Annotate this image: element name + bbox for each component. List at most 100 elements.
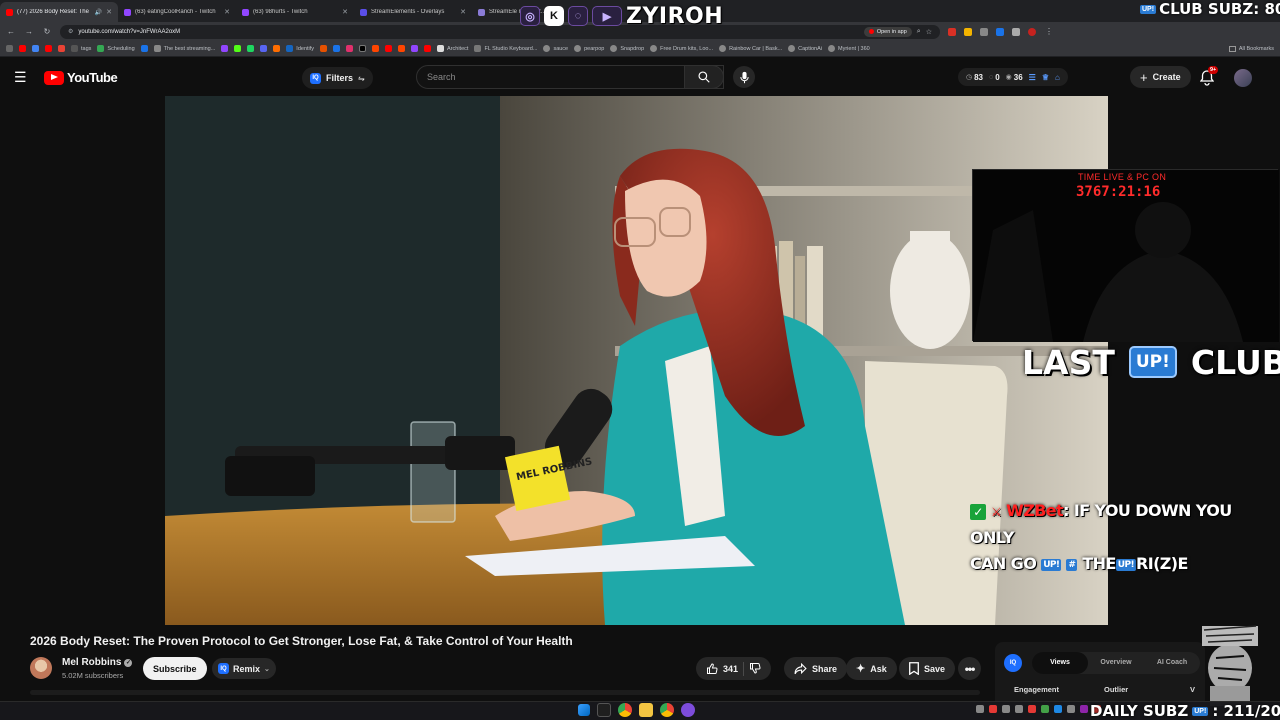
bookmark[interactable] [140,45,148,52]
bookmark[interactable] [19,45,26,52]
tray-icon[interactable] [1028,705,1036,713]
zoom-icon[interactable]: ⌕ [917,28,921,36]
browser-tab-twitch-2[interactable]: (63) 98hurts - Twitch ✕ [236,2,354,22]
extension-icon[interactable] [996,27,1004,36]
ask-button[interactable]: ✦ Ask [846,657,897,680]
bookmark[interactable] [221,45,229,52]
trophy-icon[interactable]: ♕ [1042,73,1049,82]
bookmark-architect[interactable]: Architect [437,45,468,52]
close-tab-icon[interactable]: ✕ [342,8,348,16]
bookmark-myrient[interactable]: Myrient | 360 [828,45,870,52]
chrome-icon[interactable] [660,703,674,717]
bookmark-scheduling[interactable]: Scheduling [97,45,135,52]
site-info-icon[interactable]: ⚙ [68,28,73,35]
bookmark[interactable] [346,45,354,52]
browser-tab-twitch-1[interactable]: (63) eatingCoolRanch - Twitch ✕ [118,2,236,22]
tray-icon[interactable] [1002,705,1010,713]
address-bar[interactable]: ⚙ youtube.com/watch?v=JnFWrAA2oxM Open i… [60,24,940,39]
reload-icon[interactable]: ↻ [42,27,52,36]
bookmark-streaming[interactable]: The best streaming... [153,45,215,52]
tray-icon[interactable] [1054,705,1062,713]
bookmark[interactable] [385,45,393,52]
bookmark-tags[interactable]: tags [71,45,91,52]
search-button[interactable] [684,65,724,89]
bookmark[interactable] [234,45,242,52]
extensions-puzzle-icon[interactable] [1012,27,1020,36]
bookmark-snapdrop[interactable]: Snapdrop [610,45,644,52]
vidiq-logo-icon[interactable]: IQ [1004,654,1022,672]
tab-overview[interactable]: Overview [1088,652,1144,674]
voice-search-button[interactable] [733,66,755,88]
bookmark[interactable] [320,45,328,52]
close-tab-icon[interactable]: ✕ [106,8,112,16]
tab-views[interactable]: Views [1032,652,1088,674]
bookmark[interactable] [273,45,281,52]
remix-button[interactable]: IQ Remix ⌄ [212,658,276,679]
like-button[interactable]: 341 [706,662,738,675]
bookmark[interactable] [260,45,268,52]
tray-icon[interactable] [989,705,997,713]
tray-icon[interactable] [1041,705,1049,713]
bookmark-rainbow-car[interactable]: Rainbow Car | Bask... [719,45,782,52]
apps-grid-icon[interactable] [6,45,13,52]
checklist-icon[interactable]: ☰ [1029,73,1036,82]
browser-tab-streamelements[interactable]: StreamElements - Overlays ✕ [354,2,472,22]
dislike-button[interactable] [749,662,761,676]
filters-button[interactable]: IQ Filters ⇋ [302,67,373,89]
bookmark[interactable] [372,45,380,52]
bookmark-fl-studio[interactable]: FL Studio Keyboard... [474,45,537,52]
bookmark-pearpop[interactable]: pearpop [574,45,604,52]
extension-icon[interactable] [980,27,988,36]
bookmark[interactable] [45,45,52,52]
back-arrow-icon[interactable]: ← [6,27,16,36]
account-avatar[interactable] [1234,69,1252,87]
close-tab-icon[interactable]: ✕ [224,8,230,16]
tab-ai-coach[interactable]: AI Coach [1144,652,1200,674]
bookmark[interactable] [359,45,367,52]
profile-icon[interactable] [1028,27,1036,36]
bookmark[interactable] [411,45,419,52]
youtube-logo[interactable]: YouTube [44,70,118,85]
more-actions-button[interactable]: ••• [958,657,981,680]
save-button[interactable]: Save [899,657,956,680]
extension-icon[interactable] [964,27,972,36]
all-bookmarks-button[interactable]: All Bookmarks [1228,45,1274,52]
hamburger-menu-icon[interactable]: ☰ [14,69,30,85]
menu-dots-icon[interactable]: ⋮ [1044,27,1054,36]
create-button[interactable]: + Create [1130,66,1191,88]
browser-tab-youtube[interactable]: (77) 2026 Body Reset: The 🔊 ✕ [0,2,118,22]
search-box[interactable] [416,65,724,89]
bookmark-sauce[interactable]: sauce [543,45,568,52]
file-explorer-icon[interactable] [639,703,653,717]
channel-avatar[interactable] [30,657,52,679]
forward-arrow-icon[interactable]: → [24,27,34,36]
app-icon[interactable] [681,703,695,717]
search-taskbar-icon[interactable] [597,703,611,717]
bookmark-star-icon[interactable]: ☆ [926,28,932,36]
search-input[interactable] [427,72,713,82]
channel-name-row[interactable]: Mel Robbins ✓ [62,657,133,668]
bookmark[interactable] [247,45,255,52]
bookmark[interactable] [333,45,341,52]
tray-icon[interactable] [1015,705,1023,713]
bookmark[interactable] [32,45,39,52]
vidiq-stats-pill[interactable]: ◷ 83 ◌ 0 ◉ 36 ☰ ♕ ⌂ [958,68,1068,86]
bookmark[interactable] [58,45,65,52]
tray-icon[interactable] [1067,705,1075,713]
video-player[interactable]: MEL ROBBINS [165,96,1108,625]
bookmark[interactable] [398,45,406,52]
tag-icon[interactable]: ⌂ [1055,73,1060,82]
extension-icon[interactable] [948,27,956,36]
bookmark-identify[interactable]: Identify [286,45,314,52]
close-tab-icon[interactable]: ✕ [460,8,466,16]
bookmark-drum-kits[interactable]: Free Drum kits, Loo... [650,45,713,52]
windows-start-icon[interactable] [578,704,590,716]
bookmark[interactable] [424,45,432,52]
chrome-icon[interactable] [618,703,632,717]
url-text[interactable]: youtube.com/watch?v=JnFWrAA2oxM [78,29,858,35]
share-button[interactable]: Share [784,657,848,680]
bookmark-captionai[interactable]: CaptionAi [788,45,822,52]
tray-icon[interactable] [976,705,984,713]
channel-name[interactable]: Mel Robbins [62,657,121,668]
notifications-button[interactable]: 9+ [1200,66,1219,87]
